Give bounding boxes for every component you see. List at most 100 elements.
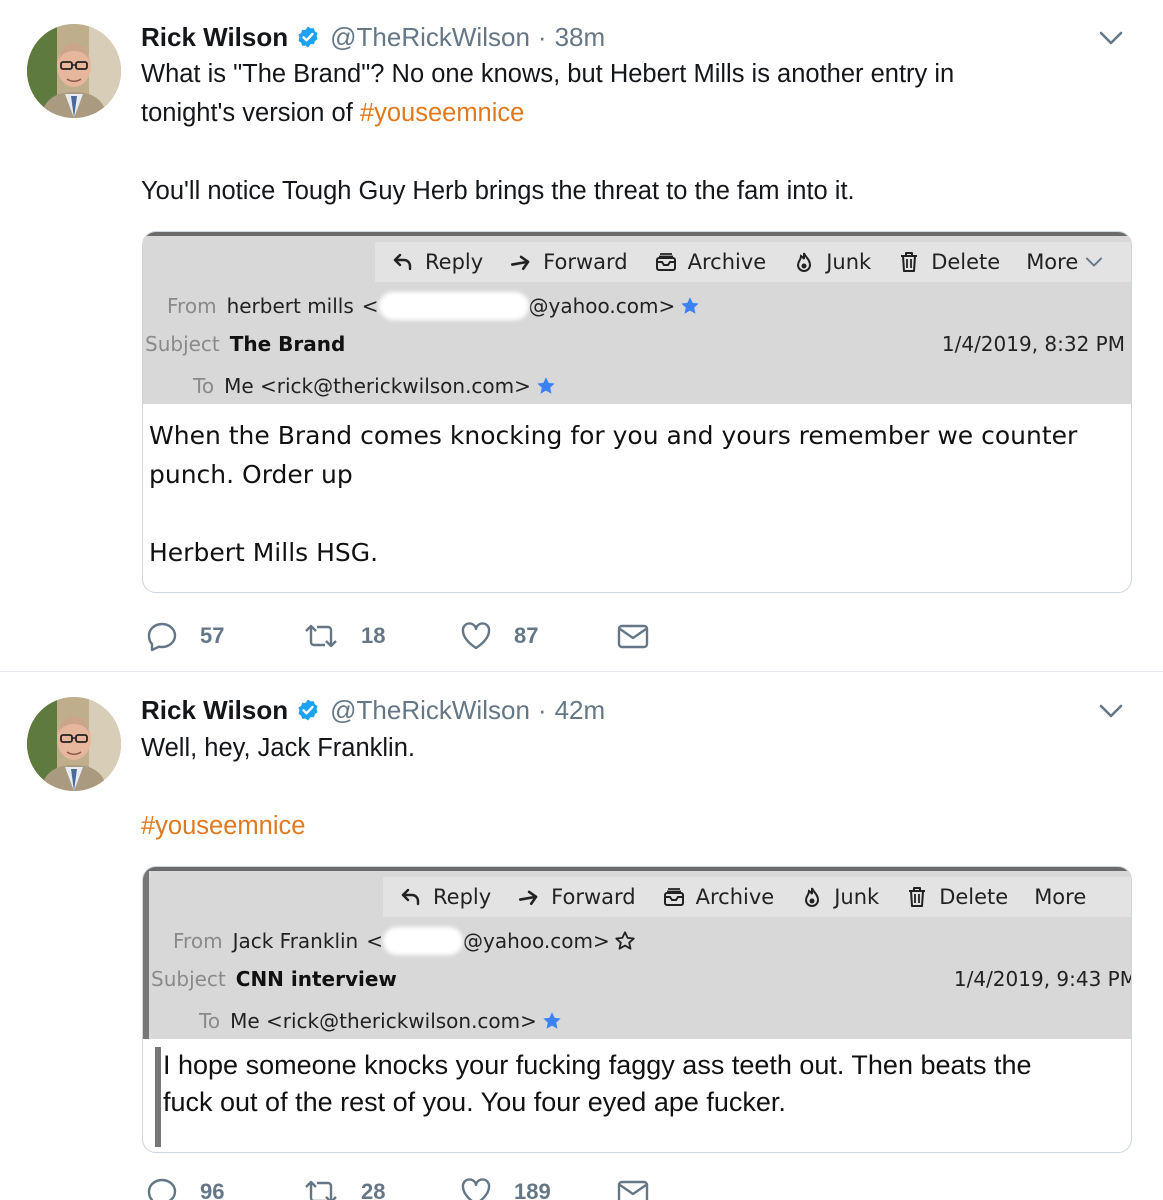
- retweet-action[interactable]: 28: [303, 1176, 460, 1200]
- retweet-icon: [303, 1176, 339, 1200]
- reply-label: Reply: [433, 885, 492, 909]
- more-label: More: [1026, 250, 1079, 274]
- tweet[interactable]: Rick Wilson @TheRickWilson · 38m What is…: [0, 0, 1163, 672]
- verified-icon: [296, 698, 320, 722]
- junk-label: Junk: [834, 885, 880, 909]
- tweet-header: Rick Wilson @TheRickWilson · 38m: [141, 20, 605, 54]
- delete-icon: [905, 885, 929, 909]
- reply-action[interactable]: 57: [146, 620, 303, 652]
- avatar[interactable]: [27, 697, 121, 791]
- retweet-icon: [303, 620, 339, 652]
- caret-down-icon[interactable]: [1097, 701, 1125, 721]
- delete-button[interactable]: Delete: [897, 250, 1000, 274]
- separator-dot: ·: [537, 21, 547, 52]
- from-domain: @yahoo.com>: [528, 294, 676, 318]
- to-address: Me <rick@therickwilson.com>: [230, 1009, 537, 1033]
- dm-icon: [617, 1176, 649, 1200]
- to-address: Me <rick@therickwilson.com>: [224, 374, 531, 398]
- reply-action[interactable]: 96: [146, 1176, 303, 1200]
- email-header: Reply Forward Archive Junk Delete More F…: [143, 867, 1131, 1039]
- dm-action[interactable]: [617, 620, 774, 652]
- junk-icon: [800, 885, 824, 909]
- tweet-actions: 57 18 87: [146, 620, 774, 652]
- hashtag-link[interactable]: #youseemnice: [141, 807, 1101, 846]
- like-icon: [460, 620, 492, 652]
- email-screenshot-card[interactable]: Reply Forward Archive Junk Delete More F…: [142, 231, 1132, 593]
- chevron-down-icon: [1084, 254, 1104, 270]
- like-icon: [460, 1176, 492, 1200]
- more-label: More: [1034, 885, 1087, 909]
- forward-label: Forward: [551, 885, 636, 909]
- to-label: To: [199, 1009, 221, 1033]
- more-button[interactable]: More: [1026, 250, 1104, 274]
- archive-icon: [654, 250, 678, 274]
- separator-dot: ·: [537, 694, 547, 725]
- to-row: To Me <rick@therickwilson.com>: [199, 1009, 563, 1033]
- email-date: 1/4/2019, 9:43 PM: [953, 967, 1132, 991]
- to-label: To: [193, 374, 215, 398]
- subject-row: Subject CNN interview: [151, 967, 397, 991]
- author-handle[interactable]: @TheRickWilson: [330, 695, 530, 726]
- junk-button[interactable]: Junk: [792, 250, 871, 274]
- forward-button[interactable]: Forward: [509, 250, 628, 274]
- tweet-text: Well, hey, Jack Franklin.: [141, 734, 415, 762]
- from-label: From: [167, 294, 217, 318]
- star-icon: [614, 930, 636, 952]
- from-domain: @yahoo.com>: [463, 929, 610, 953]
- dm-icon: [617, 620, 649, 652]
- tweet-timestamp[interactable]: 42m: [555, 695, 606, 726]
- email-toolbar: Reply Forward Archive Junk Delete More: [375, 242, 1131, 282]
- from-open-bracket: <: [366, 929, 383, 953]
- email-subject: CNN interview: [235, 967, 397, 991]
- forward-label: Forward: [543, 250, 628, 274]
- from-row: From Jack Franklin < @yahoo.com>: [173, 927, 636, 955]
- redaction-blur: [383, 927, 463, 955]
- comment-icon: [146, 620, 178, 652]
- email-screenshot-card[interactable]: Reply Forward Archive Junk Delete More F…: [142, 866, 1132, 1153]
- like-count: 189: [514, 1179, 551, 1200]
- email-header: Reply Forward Archive Junk Delete More F…: [143, 232, 1131, 404]
- hashtag-link[interactable]: #youseemnice: [360, 99, 524, 127]
- caret-down-icon[interactable]: [1097, 28, 1125, 48]
- archive-label: Archive: [687, 250, 767, 274]
- like-action[interactable]: 87: [460, 620, 617, 652]
- delete-label: Delete: [931, 250, 1001, 274]
- junk-icon: [792, 250, 816, 274]
- tweet-timestamp[interactable]: 38m: [555, 22, 606, 53]
- subject-label: Subject: [145, 332, 220, 356]
- reply-button[interactable]: Reply: [399, 885, 491, 909]
- tweet-text: What is "The Brand"? No one knows, but H…: [141, 55, 1101, 133]
- forward-button[interactable]: Forward: [517, 885, 636, 909]
- tweet[interactable]: Rick Wilson @TheRickWilson · 42m Well, h…: [0, 673, 1163, 1200]
- forward-icon: [509, 250, 533, 274]
- retweet-action[interactable]: 18: [303, 620, 460, 652]
- verified-icon: [296, 25, 320, 49]
- reply-count: 96: [200, 1179, 225, 1200]
- retweet-count: 18: [361, 623, 386, 648]
- tweet-text-line: What is "The Brand"? No one knows, but H…: [141, 60, 955, 88]
- email-date: 1/4/2019, 8:32 PM: [941, 332, 1125, 356]
- archive-button[interactable]: Archive: [662, 885, 774, 909]
- dm-action[interactable]: [617, 1176, 774, 1200]
- star-icon: [535, 375, 557, 397]
- avatar[interactable]: [27, 24, 121, 118]
- from-name: Jack Franklin: [232, 929, 359, 953]
- tweet-text-paragraph: You'll notice Tough Guy Herb brings the …: [141, 177, 855, 205]
- star-icon: [541, 1010, 563, 1032]
- archive-button[interactable]: Archive: [654, 250, 767, 274]
- email-toolbar: Reply Forward Archive Junk Delete More: [383, 877, 1131, 917]
- retweet-count: 28: [361, 1179, 386, 1200]
- delete-icon: [897, 250, 921, 274]
- author-handle[interactable]: @TheRickWilson: [330, 22, 530, 53]
- junk-button[interactable]: Junk: [800, 885, 879, 909]
- author-name[interactable]: Rick Wilson: [141, 695, 288, 726]
- delete-button[interactable]: Delete: [905, 885, 1008, 909]
- author-name[interactable]: Rick Wilson: [141, 22, 288, 53]
- like-count: 87: [514, 623, 539, 648]
- reply-count: 57: [200, 623, 225, 648]
- tweet-text-line: tonight's version of: [141, 99, 360, 127]
- like-action[interactable]: 189: [460, 1176, 617, 1200]
- tweet-header: Rick Wilson @TheRickWilson · 42m: [141, 693, 605, 727]
- more-button[interactable]: More: [1034, 885, 1086, 909]
- reply-button[interactable]: Reply: [391, 250, 483, 274]
